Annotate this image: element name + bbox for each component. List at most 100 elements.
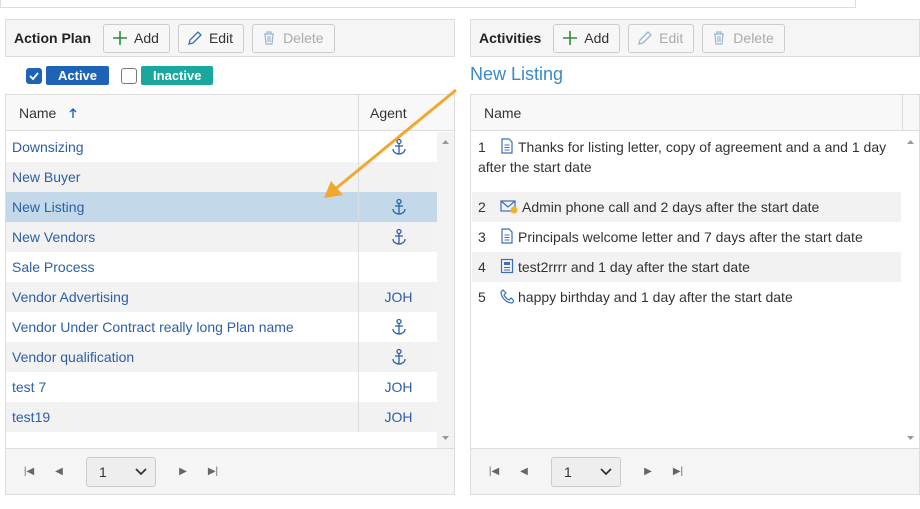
activity-row[interactable]: 2 Admin phone call and 2 days after the s…	[472, 192, 901, 222]
first-page-icon[interactable]: |◀	[479, 466, 509, 477]
anchor-icon	[391, 198, 406, 215]
agent-code: JOH	[384, 379, 413, 395]
inactive-checkbox[interactable]	[121, 67, 138, 84]
chevron-down-icon	[135, 467, 147, 475]
activities-toolbar: Activities Add Edit Delete	[470, 19, 920, 57]
scroll-down-icon[interactable]	[437, 432, 454, 444]
last-page-icon[interactable]: ▶|	[198, 466, 228, 477]
activity-row[interactable]: 5 happy birthday and 1 day after the star…	[472, 282, 901, 312]
table-row[interactable]: test 7 JOH	[6, 372, 438, 402]
plan-name[interactable]: test19	[12, 402, 50, 432]
next-page-icon[interactable]: ▶	[633, 466, 663, 477]
header-divider	[902, 95, 903, 131]
plan-name[interactable]: Sale Process	[12, 252, 94, 282]
sort-ascending-icon	[69, 108, 77, 118]
edit-plan-button[interactable]: Edit	[177, 23, 245, 53]
add-activity-button[interactable]: Add	[553, 23, 621, 53]
document-icon	[501, 228, 513, 244]
agent-code: JOH	[384, 409, 413, 425]
page-select[interactable]: 1	[551, 456, 621, 487]
pencil-icon	[638, 31, 653, 45]
action-plan-title: Action Plan	[14, 30, 92, 46]
plan-agent: JOH	[358, 402, 438, 432]
activity-type	[500, 138, 518, 155]
active-badge: Active	[46, 66, 110, 85]
scroll-up-icon[interactable]	[902, 136, 919, 148]
next-page-icon[interactable]: ▶	[168, 466, 198, 477]
anchor-icon	[391, 318, 406, 335]
plan-name[interactable]: Vendor qualification	[12, 342, 134, 372]
check-icon	[29, 71, 39, 80]
last-page-icon[interactable]: ▶|	[663, 466, 693, 477]
column-header-activity-name[interactable]: Name	[484, 95, 521, 131]
vertical-scrollbar[interactable]	[902, 132, 919, 448]
activity-row[interactable]: 3 Principals welcome letter and 7 days af…	[472, 222, 901, 252]
plan-agent	[358, 222, 438, 252]
edit-activity-button[interactable]: Edit	[628, 23, 695, 53]
table-row[interactable]: New Listing	[6, 192, 438, 222]
mail-alert-icon	[500, 200, 518, 214]
selected-plan-title: New Listing	[470, 64, 564, 84]
page-select[interactable]: 1	[86, 456, 156, 487]
plan-name[interactable]: New Listing	[12, 192, 84, 222]
add-plan-button[interactable]: Add	[103, 23, 170, 53]
trash-icon	[714, 31, 725, 45]
active-checkbox[interactable]	[26, 67, 42, 84]
plan-agent	[358, 342, 438, 372]
activity-text: Principals welcome letter and 7 days aft…	[518, 229, 863, 245]
plan-agent: JOH	[358, 372, 438, 402]
activity-number: 1	[478, 139, 486, 155]
scroll-up-icon[interactable]	[437, 136, 454, 148]
activity-row[interactable]: 4 test2rrrr and 1 day after the start dat…	[472, 252, 901, 282]
inactive-badge: Inactive	[141, 66, 214, 85]
activity-text: test2rrrr and 1 day after the start date	[518, 259, 750, 275]
document-icon	[501, 138, 513, 154]
pencil-icon	[188, 31, 202, 45]
top-strip	[0, 0, 856, 8]
first-page-icon[interactable]: |◀	[14, 466, 44, 477]
scroll-down-icon[interactable]	[902, 432, 919, 444]
status-filters: Active Inactive	[26, 66, 225, 85]
table-row[interactable]: test19 JOH	[6, 402, 438, 432]
activity-number: 2	[478, 199, 486, 215]
activity-text: happy birthday and 1 day after the start…	[518, 289, 793, 305]
plan-pager: |◀ ◀ 1 ▶ ▶|	[6, 448, 454, 494]
activity-text: Admin phone call and 2 days after the st…	[522, 199, 820, 215]
activity-row[interactable]: 1 Thanks for listing letter, copy of agre…	[472, 132, 901, 182]
activity-type	[500, 199, 522, 215]
plan-name[interactable]: New Vendors	[12, 222, 95, 252]
delete-activity-button[interactable]: Delete	[702, 23, 785, 53]
anchor-icon	[391, 138, 406, 155]
action-plan-toolbar: Action Plan Add Edit Delete	[5, 19, 455, 57]
table-row[interactable]: Vendor Under Contract really long Plan n…	[6, 312, 438, 342]
prev-page-icon[interactable]: ◀	[44, 466, 74, 477]
plan-name[interactable]: test 7	[12, 372, 46, 402]
phone-icon	[500, 289, 515, 304]
plan-agent	[358, 132, 438, 162]
column-header-name[interactable]: Name	[19, 95, 78, 131]
plus-icon	[563, 31, 578, 45]
table-row[interactable]: Sale Process	[6, 252, 438, 282]
activity-pager: |◀ ◀ 1 ▶ ▶|	[471, 448, 919, 494]
table-row[interactable]: Vendor qualification	[6, 342, 438, 372]
table-row[interactable]: New Vendors	[6, 222, 438, 252]
plan-name[interactable]: Downsizing	[12, 132, 84, 162]
chevron-down-icon	[600, 467, 612, 475]
table-row[interactable]: New Buyer	[6, 162, 438, 192]
action-plan-grid: Name Agent Downsizing New Buyer New Listin…	[5, 94, 455, 495]
vertical-scrollbar[interactable]	[437, 132, 454, 448]
activities-grid: Name 1 Thanks for listing letter, copy of…	[470, 94, 920, 495]
prev-page-icon[interactable]: ◀	[509, 466, 539, 477]
plan-agent	[358, 192, 438, 222]
plan-name[interactable]: New Buyer	[12, 162, 80, 192]
column-header-agent[interactable]: Agent	[370, 95, 407, 131]
plan-name[interactable]: Vendor Advertising	[12, 282, 129, 312]
trash-icon	[264, 31, 275, 45]
table-row[interactable]: Vendor Advertising JOH	[6, 282, 438, 312]
activities-grid-header: Name	[471, 95, 919, 131]
activities-title: Activities	[479, 30, 542, 46]
delete-plan-button[interactable]: Delete	[252, 23, 335, 53]
newsletter-icon	[500, 258, 514, 274]
table-row[interactable]: Downsizing	[6, 132, 438, 162]
plan-name[interactable]: Vendor Under Contract really long Plan n…	[12, 312, 294, 342]
